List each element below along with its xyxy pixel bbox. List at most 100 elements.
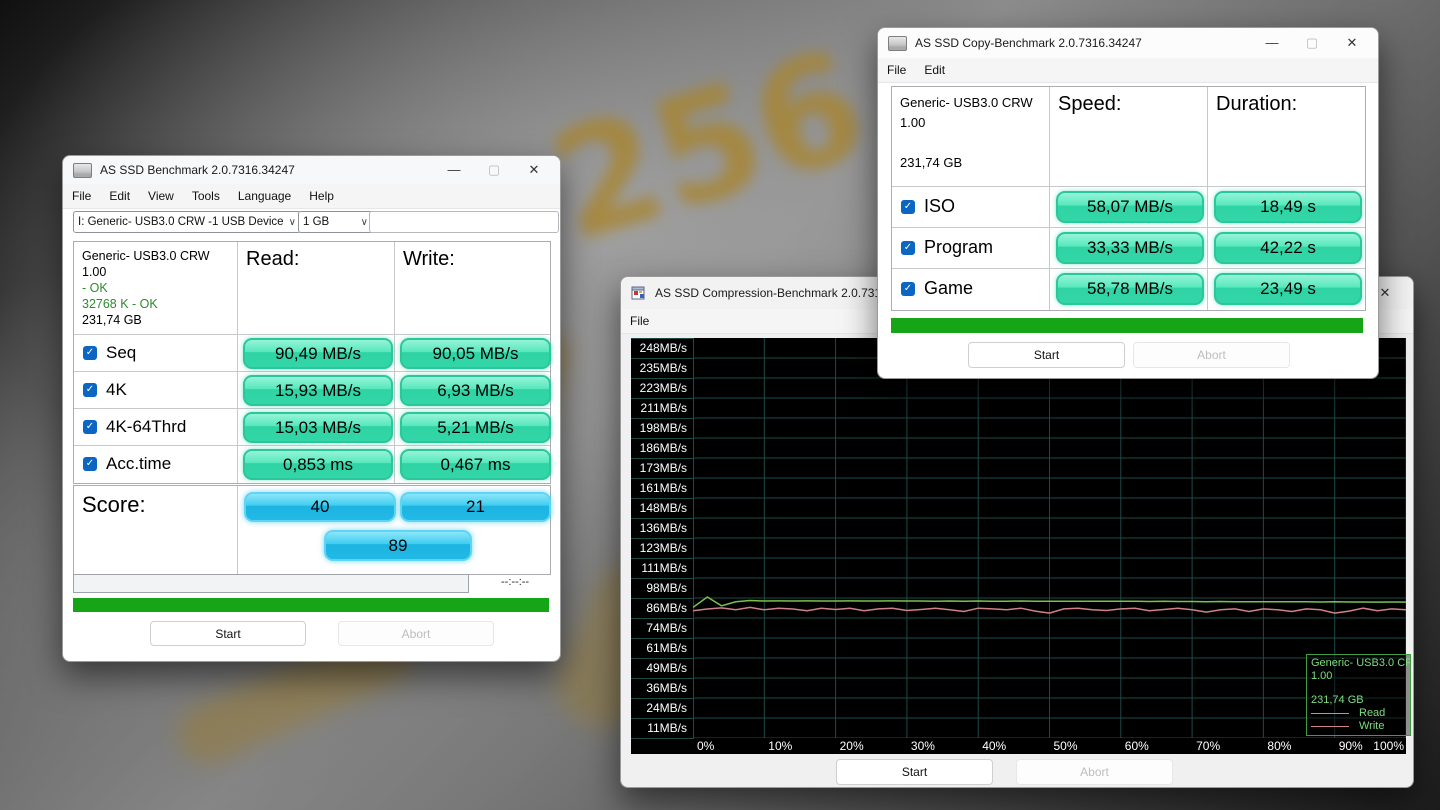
row-program: ✓ Program (892, 227, 993, 268)
close-icon[interactable]: ✕ (1332, 29, 1372, 57)
menu-language[interactable]: Language (229, 189, 300, 203)
start-button[interactable]: Start (836, 759, 993, 785)
menu-view[interactable]: View (139, 189, 183, 203)
start-button[interactable]: Start (150, 621, 306, 646)
row-label: 4K (106, 380, 127, 400)
y-tick-label: 173MB/s (631, 459, 693, 479)
maximize-icon[interactable]: ▢ (474, 156, 514, 184)
acctime-read-value: 0,853 ms (243, 449, 393, 480)
abort-button[interactable]: Abort (1133, 342, 1290, 368)
menu-file[interactable]: File (621, 314, 658, 328)
benchmark-titlebar[interactable]: AS SSD Benchmark 2.0.7316.34247 — ▢ ✕ (63, 156, 560, 184)
chevron-down-icon: ∨ (361, 217, 368, 228)
maximize-icon[interactable]: ▢ (1292, 29, 1332, 57)
row-4k: ✓ 4K (74, 371, 127, 408)
x-tick-label: 0% (697, 739, 714, 753)
x-tick-label: 60% (1125, 739, 1149, 753)
y-tick-label: 136MB/s (631, 519, 693, 539)
drive-select[interactable]: I: Generic- USB3.0 CRW -1 USB Device ∨ (73, 211, 301, 233)
legend-read-label: Read (1359, 707, 1385, 720)
checkbox[interactable]: ✓ (83, 420, 97, 434)
minimize-icon[interactable]: — (1252, 29, 1292, 57)
score-label: Score: (82, 492, 146, 518)
4k64-read-value: 15,03 MB/s (243, 412, 393, 443)
device-version: 1.00 (900, 113, 1033, 133)
text-input[interactable] (369, 211, 559, 233)
score-total-value: 89 (324, 530, 472, 561)
game-duration-value: 23,49 s (1214, 273, 1362, 305)
menu-file[interactable]: File (878, 63, 915, 77)
size-select[interactable]: 1 GB ∨ (298, 211, 373, 233)
read-column-header: Read: (246, 248, 299, 271)
copy-titlebar[interactable]: AS SSD Copy-Benchmark 2.0.7316.34247 — ▢… (878, 28, 1378, 58)
device-version: 1.00 (82, 264, 210, 280)
device-status-1: - OK (82, 280, 210, 296)
x-tick-label: 30% (911, 739, 935, 753)
seq-write-value: 90,05 MB/s (400, 338, 551, 369)
menu-help[interactable]: Help (300, 189, 343, 203)
checkbox[interactable]: ✓ (83, 383, 97, 397)
y-tick-label: 123MB/s (631, 539, 693, 559)
progress-bar (73, 574, 469, 593)
4k-read-value: 15,93 MB/s (243, 375, 393, 406)
score-write-value: 21 (400, 492, 551, 522)
legend-device-name: Generic- USB3.0 CRW (1311, 657, 1410, 670)
game-speed-value: 58,78 MB/s (1056, 273, 1204, 305)
y-tick-label: 161MB/s (631, 479, 693, 499)
menu-file[interactable]: File (63, 189, 100, 203)
menu-edit[interactable]: Edit (100, 189, 139, 203)
window-title: AS SSD Benchmark 2.0.7316.34247 (100, 163, 295, 177)
window-title: AS SSD Compression-Benchmark 2.0.7316. (655, 286, 891, 300)
x-tick-label: 90% (1339, 739, 1363, 753)
results-grid: Generic- USB3.0 CRW 1.00 - OK 32768 K - … (73, 241, 551, 484)
close-icon[interactable]: ✕ (514, 156, 554, 184)
legend-device-capacity: 231,74 GB (1311, 694, 1410, 707)
iso-speed-value: 58,07 MB/s (1056, 191, 1204, 223)
status-bar-green (73, 598, 549, 612)
chart-x-axis: 0%10%20%30%40%50%60%70%80%90%100% (693, 738, 1406, 754)
device-capacity: 231,74 GB (900, 153, 1033, 173)
row-label: Acc.time (106, 454, 171, 474)
chart-plot-area (693, 338, 1406, 738)
start-button[interactable]: Start (968, 342, 1125, 368)
y-tick-label: 111MB/s (631, 559, 693, 579)
y-tick-label: 223MB/s (631, 379, 693, 399)
x-tick-label: 40% (982, 739, 1006, 753)
row-seq: ✓ Seq (74, 334, 136, 371)
minimize-icon[interactable]: — (434, 156, 474, 184)
y-tick-label: 11MB/s (631, 719, 693, 739)
checkbox[interactable]: ✓ (901, 200, 915, 214)
y-tick-label: 248MB/s (631, 339, 693, 359)
4k64-write-value: 5,21 MB/s (400, 412, 551, 443)
window-title: AS SSD Copy-Benchmark 2.0.7316.34247 (915, 36, 1142, 50)
winforms-app-icon (631, 285, 647, 301)
row-iso: ✓ ISO (892, 186, 955, 227)
row-4k64thrd: ✓ 4K-64Thrd (74, 408, 186, 445)
menu-tools[interactable]: Tools (183, 189, 229, 203)
row-label: Seq (106, 343, 136, 363)
benchmark-window: AS SSD Benchmark 2.0.7316.34247 — ▢ ✕ Fi… (62, 155, 561, 662)
y-tick-label: 36MB/s (631, 679, 693, 699)
checkbox[interactable]: ✓ (901, 241, 915, 255)
x-tick-label: 50% (1054, 739, 1078, 753)
row-label: Program (924, 237, 993, 258)
write-column-header: Write: (403, 248, 455, 271)
y-tick-label: 98MB/s (631, 579, 693, 599)
row-acctime: ✓ Acc.time (74, 445, 171, 483)
y-tick-label: 198MB/s (631, 419, 693, 439)
chart-legend: Generic- USB3.0 CRW 1.00 231,74 GB Read … (1306, 654, 1411, 736)
abort-button[interactable]: Abort (1016, 759, 1173, 785)
checkbox[interactable]: ✓ (901, 282, 915, 296)
abort-button[interactable]: Abort (338, 621, 494, 646)
checkbox[interactable]: ✓ (83, 346, 97, 360)
y-tick-label: 61MB/s (631, 639, 693, 659)
row-label: ISO (924, 196, 955, 217)
legend-write-label: Write (1359, 720, 1384, 733)
menu-edit[interactable]: Edit (915, 63, 954, 77)
device-name: Generic- USB3.0 CRW (82, 248, 210, 264)
copy-benchmark-window: AS SSD Copy-Benchmark 2.0.7316.34247 — ▢… (877, 27, 1379, 379)
chip-print-text: 256 (533, 18, 883, 276)
checkbox[interactable]: ✓ (83, 457, 97, 471)
x-tick-label: 100% (1373, 739, 1404, 753)
4k-write-value: 6,93 MB/s (400, 375, 551, 406)
